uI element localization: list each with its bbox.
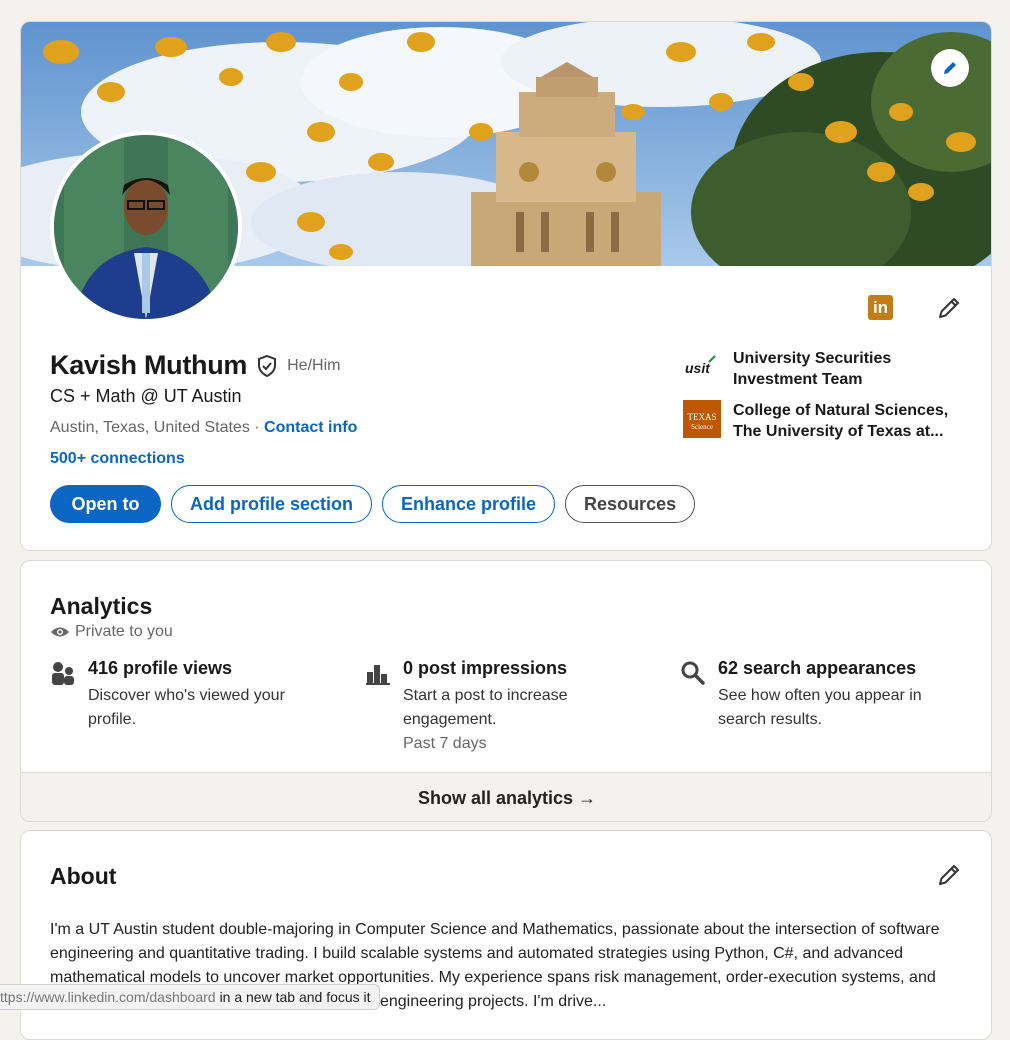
status-url: ttps://www.linkedin.com/dashboard xyxy=(0,989,216,1005)
linkedin-icon[interactable]: in xyxy=(868,295,893,320)
edit-about-button[interactable] xyxy=(935,861,963,889)
metric-title: 416 profile views xyxy=(88,658,233,678)
profile-name: Kavish Muthum xyxy=(50,350,248,380)
location: Austin, Texas, United States xyxy=(50,419,250,436)
link-status-tooltip: ttps://www.linkedin.com/dashboard in a n… xyxy=(0,984,380,1010)
about-title: About xyxy=(50,863,117,889)
add-profile-section-button[interactable]: Add profile section xyxy=(171,485,373,523)
metric-search-appearances[interactable]: 62 search appearances See how often you … xyxy=(680,658,958,732)
svg-text:Science: Science xyxy=(691,423,713,431)
people-icon xyxy=(52,662,74,685)
resources-button[interactable]: Resources xyxy=(565,485,696,523)
metric-profile-views[interactable]: 416 profile views Discover who's viewed … xyxy=(50,658,328,732)
location-separator: · xyxy=(249,419,265,436)
metric-title: 0 post impressions xyxy=(403,658,568,678)
profile-photo xyxy=(54,135,238,319)
edit-banner-button[interactable] xyxy=(931,49,969,87)
search-icon xyxy=(681,661,705,685)
metric-description: See how often you appear in search resul… xyxy=(718,687,922,728)
metric-post-impressions[interactable]: 0 post impressions Start a post to incre… xyxy=(365,658,643,756)
avatar[interactable] xyxy=(50,131,242,323)
connections-link[interactable]: 500+ connections xyxy=(50,450,185,468)
pencil-icon xyxy=(944,62,956,74)
texas-science-logo: TEXAS Science xyxy=(683,400,721,438)
privacy-text: Private to you xyxy=(75,623,173,640)
analytics-title: Analytics xyxy=(50,593,153,619)
location-row: Austin, Texas, United States · Contact i… xyxy=(50,419,357,437)
pronouns: He/Him xyxy=(287,356,341,374)
edit-profile-button[interactable] xyxy=(935,294,963,322)
metric-title: 62 search appearances xyxy=(718,658,917,678)
profile-card: in Kavish Muthum He/Him CS + Math @ UT A… xyxy=(20,21,992,551)
verified-shield-icon[interactable] xyxy=(255,354,279,378)
usit-logo: usit xyxy=(683,348,721,386)
svg-text:TEXAS: TEXAS xyxy=(688,412,717,422)
profile-headline: CS + Math @ UT Austin xyxy=(50,386,242,406)
name-row: Kavish Muthum He/Him xyxy=(50,350,340,381)
contact-info-link[interactable]: Contact info xyxy=(264,419,357,436)
metric-description: Start a post to increase engagement. xyxy=(403,687,568,728)
status-message: in a new tab and focus it xyxy=(219,989,371,1005)
bar-chart-icon xyxy=(366,665,390,685)
experience-item-usit[interactable]: usit University Securities Investment Te… xyxy=(683,348,973,390)
enhance-profile-button[interactable]: Enhance profile xyxy=(382,485,556,523)
profile-actions: Open to Add profile section Enhance prof… xyxy=(50,485,705,523)
usit-logo-text: usit xyxy=(685,360,711,376)
eye-icon xyxy=(51,627,69,637)
privacy-indicator: Private to you xyxy=(50,623,173,641)
open-to-button[interactable]: Open to xyxy=(50,485,161,523)
analytics-card: Analytics Private to you 416 profile vie… xyxy=(20,560,992,822)
experience-name-usit: University Securities Investment Team xyxy=(733,350,892,388)
metric-timeframe: Past 7 days xyxy=(403,735,487,752)
show-all-analytics-button[interactable]: Show all analytics → xyxy=(21,772,991,821)
experience-name-natural-sciences: College of Natural Sciences, The Univers… xyxy=(733,402,949,440)
experience-item-natural-sciences[interactable]: TEXAS Science College of Natural Science… xyxy=(683,400,973,442)
metric-description: Discover who's viewed your profile. xyxy=(88,687,285,728)
